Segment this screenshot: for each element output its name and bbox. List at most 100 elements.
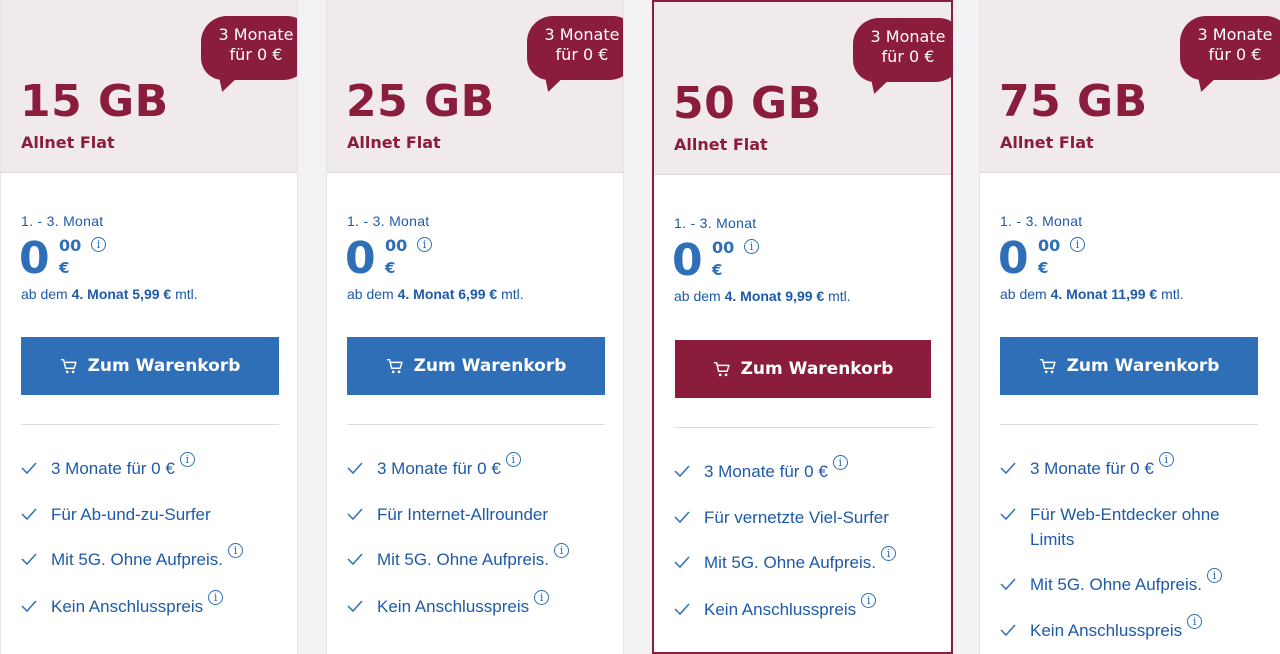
- info-icon[interactable]: i: [505, 452, 521, 467]
- divider: [675, 427, 933, 428]
- after-price: 5,99 €: [132, 286, 172, 302]
- info-icon[interactable]: i: [744, 239, 759, 254]
- after-suffix: mtl.: [828, 288, 851, 304]
- price-period: 1. - 3. Monat: [674, 215, 757, 231]
- promo-line-2: für 0 €: [881, 47, 935, 66]
- price-currency: €: [712, 261, 723, 279]
- check-icon: [1000, 508, 1016, 521]
- after-suffix: mtl.: [175, 286, 198, 302]
- feature-text: 3 Monate für 0 € i: [1030, 452, 1174, 481]
- plan-data-size: 25 GB: [346, 76, 495, 127]
- info-icon[interactable]: i: [1158, 452, 1174, 467]
- cart-button-label: Zum Warenkorb: [740, 359, 894, 379]
- add-to-cart-button[interactable]: Zum Warenkorb: [347, 337, 605, 395]
- info-icon[interactable]: i: [861, 593, 877, 608]
- promo-bubble: 3 Monate für 0 €: [1180, 16, 1280, 95]
- info-icon[interactable]: i: [832, 455, 848, 470]
- after-price: 6,99 €: [458, 286, 498, 302]
- after-month: 4. Monat: [1050, 286, 1108, 302]
- feature-text: Für vernetzte Viel-Surfer: [704, 508, 889, 527]
- after-suffix: mtl.: [1161, 286, 1184, 302]
- feature-text: 3 Monate für 0 € i: [51, 452, 195, 481]
- bubble-tail: [1191, 73, 1215, 95]
- after-prefix: ab dem: [347, 286, 394, 302]
- plan-card-25gb: 25 GB Allnet Flat 3 Monate für 0 € 1. - …: [326, 0, 624, 654]
- cart-icon: [713, 361, 730, 377]
- info-icon[interactable]: i: [179, 452, 195, 467]
- promo-line-2: für 0 €: [1208, 45, 1262, 64]
- info-icon[interactable]: i: [880, 546, 896, 561]
- plan-header: 50 GB Allnet Flat 3 Monate für 0 €: [654, 2, 951, 175]
- feature-text: 3 Monate für 0 € i: [704, 455, 848, 484]
- add-to-cart-button[interactable]: Zum Warenkorb: [675, 340, 931, 398]
- check-icon: [674, 603, 690, 616]
- plan-card-15gb: 15 GB Allnet Flat 3 Monate für 0 € 1. - …: [0, 0, 298, 654]
- cart-icon: [1039, 358, 1056, 374]
- price-integer: 0: [672, 235, 703, 286]
- after-price: 11,99 €: [1111, 286, 1158, 302]
- check-icon: [347, 553, 363, 566]
- check-icon: [674, 465, 690, 478]
- price-after-text: ab dem 4. Monat 5,99 € mtl.: [21, 286, 198, 302]
- check-icon: [21, 553, 37, 566]
- add-to-cart-button[interactable]: Zum Warenkorb: [1000, 337, 1258, 395]
- plan-name: Allnet Flat: [674, 135, 768, 154]
- promo-line-1: 3 Monate: [1197, 25, 1273, 44]
- check-icon: [347, 508, 363, 521]
- feature-text: Für Ab-und-zu-Surfer: [51, 505, 211, 524]
- info-icon[interactable]: i: [91, 237, 106, 252]
- price-currency: €: [59, 259, 70, 277]
- feature-text: Kein Anschlusspreis i: [1030, 614, 1203, 643]
- plan-header: 25 GB Allnet Flat 3 Monate für 0 €: [327, 0, 623, 173]
- price-period: 1. - 3. Monat: [1000, 213, 1083, 229]
- feature-text: Mit 5G. Ohne Aufpreis. i: [51, 543, 243, 572]
- price-currency: €: [1038, 259, 1049, 277]
- feature-text: Mit 5G. Ohne Aufpreis. i: [1030, 568, 1222, 597]
- price-cents: 00: [712, 238, 735, 257]
- promo-line-2: für 0 €: [229, 45, 283, 64]
- promo-line-2: für 0 €: [555, 45, 609, 64]
- info-icon[interactable]: i: [553, 543, 569, 558]
- check-icon: [674, 556, 690, 569]
- promo-line-1: 3 Monate: [870, 27, 946, 46]
- price-period: 1. - 3. Monat: [21, 213, 104, 229]
- plan-header: 15 GB Allnet Flat 3 Monate für 0 €: [1, 0, 297, 173]
- feature-text: Kein Anschlusspreis i: [377, 590, 550, 619]
- bubble-tail: [864, 75, 888, 97]
- price-period: 1. - 3. Monat: [347, 213, 430, 229]
- info-icon[interactable]: i: [1187, 614, 1203, 629]
- info-icon[interactable]: i: [534, 590, 550, 605]
- after-month: 4. Monat: [71, 286, 129, 302]
- plan-name: Allnet Flat: [347, 133, 441, 152]
- bubble-tail: [212, 73, 236, 95]
- info-icon[interactable]: i: [1070, 237, 1085, 252]
- price-currency: €: [385, 259, 396, 277]
- promo-line-1: 3 Monate: [544, 25, 620, 44]
- bubble-tail: [538, 73, 562, 95]
- price-cents: 00: [59, 236, 82, 255]
- price-integer: 0: [998, 233, 1029, 284]
- cart-button-label: Zum Warenkorb: [1066, 356, 1220, 376]
- check-icon: [1000, 578, 1016, 591]
- feature-text: Mit 5G. Ohne Aufpreis. i: [377, 543, 569, 572]
- divider: [347, 424, 605, 425]
- check-icon: [674, 511, 690, 524]
- cart-icon: [60, 358, 77, 374]
- plan-name: Allnet Flat: [21, 133, 115, 152]
- add-to-cart-button[interactable]: Zum Warenkorb: [21, 337, 279, 395]
- after-month: 4. Monat: [724, 288, 782, 304]
- plan-data-size: 15 GB: [20, 76, 169, 127]
- info-icon[interactable]: i: [1206, 568, 1222, 583]
- feature-text: Für Web-Entdecker ohne Limits: [1030, 505, 1220, 549]
- plan-card-75gb: 75 GB Allnet Flat 3 Monate für 0 € 1. - …: [979, 0, 1280, 654]
- info-icon[interactable]: i: [417, 237, 432, 252]
- price-after-text: ab dem 4. Monat 6,99 € mtl.: [347, 286, 524, 302]
- after-month: 4. Monat: [397, 286, 455, 302]
- divider: [1000, 424, 1258, 425]
- plan-name: Allnet Flat: [1000, 133, 1094, 152]
- promo-bubble: 3 Monate für 0 €: [853, 18, 951, 97]
- plan-card-50gb: 50 GB Allnet Flat 3 Monate für 0 € 1. - …: [652, 0, 953, 654]
- price-integer: 0: [345, 233, 376, 284]
- info-icon[interactable]: i: [227, 543, 243, 558]
- info-icon[interactable]: i: [208, 590, 224, 605]
